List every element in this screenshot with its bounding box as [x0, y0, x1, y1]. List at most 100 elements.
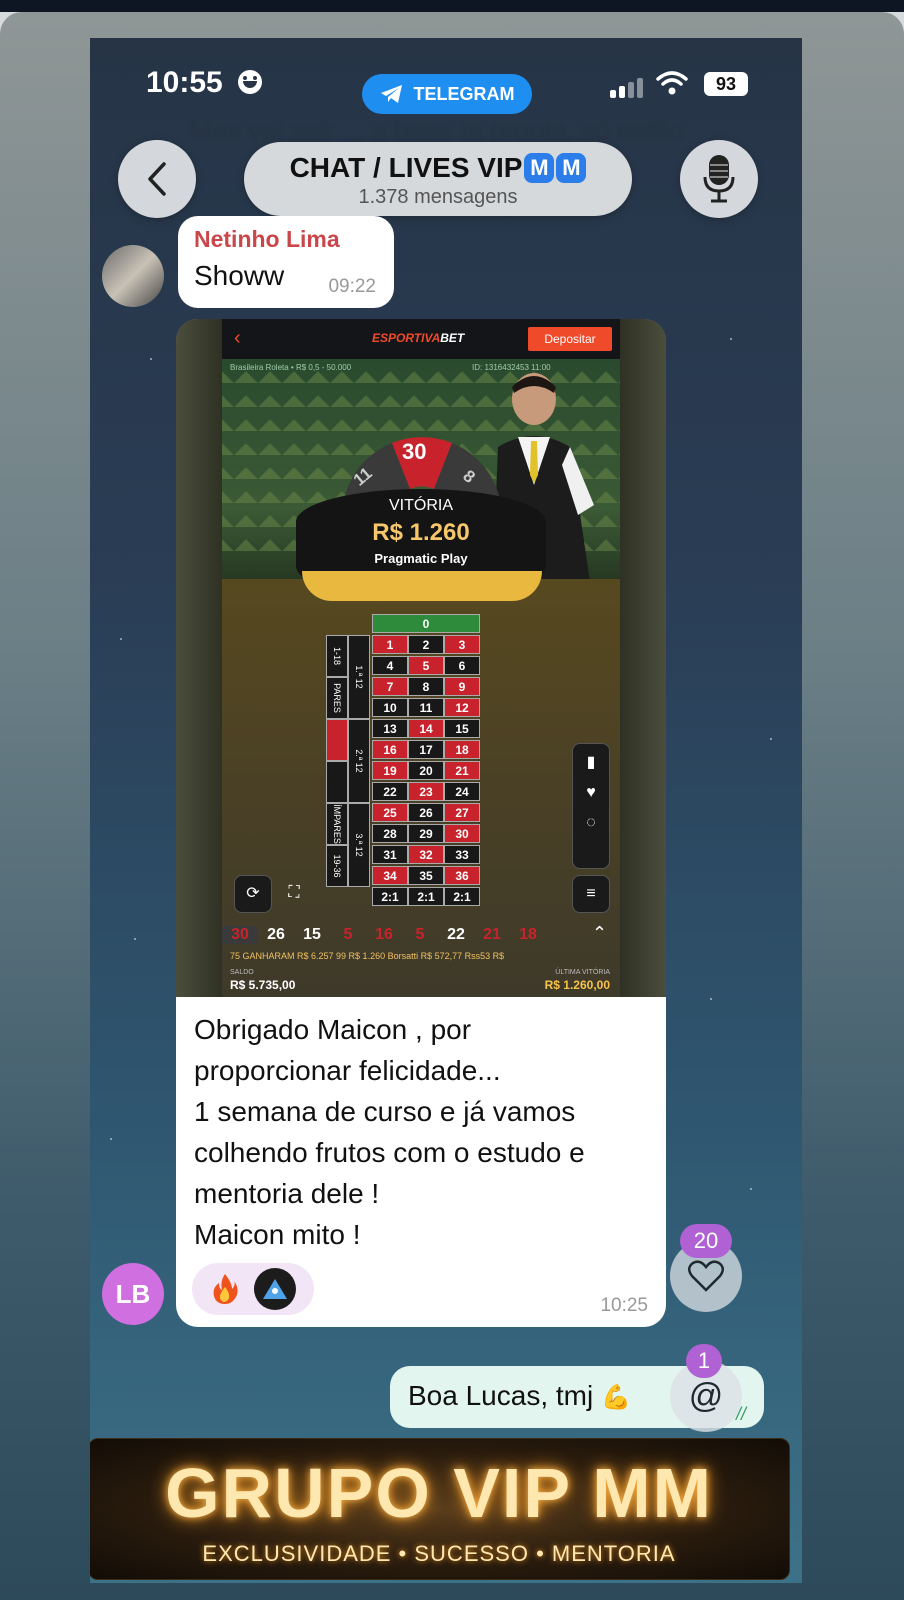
message-time: 10:25	[600, 1295, 648, 1316]
history-number: 18	[519, 926, 537, 943]
board-cell: 35	[408, 866, 444, 885]
outside-bet-cell: ÍMPARES	[326, 803, 348, 845]
stats-icon: ▮	[586, 754, 596, 771]
message-count: 1.378 mensagens	[358, 186, 518, 208]
board-cell: 9	[444, 677, 480, 696]
back-button[interactable]	[118, 140, 196, 218]
board-cell: 33	[444, 845, 480, 864]
reactions-bar[interactable]	[192, 1263, 314, 1315]
m-badge-1: M	[524, 153, 555, 183]
side-controls: ▮ ♥ ◌	[572, 743, 610, 869]
board-cell: 6	[444, 656, 480, 675]
outside-bet-cell: PARES	[326, 677, 348, 719]
app-topbar: ‹ ESPORTIVABET Depositar	[222, 319, 620, 359]
board-cell: 13	[372, 719, 408, 738]
chevron-up-icon: ⌃	[592, 923, 608, 943]
last-win-value: R$ 1.260,00	[544, 978, 610, 992]
board-cell: 28	[372, 824, 408, 843]
chat-avatar-button[interactable]	[680, 140, 758, 218]
roulette-screenshot[interactable]: Brasileira Roleta • R$ 0,5 - 50.000 ID: …	[176, 319, 666, 997]
heart-icon: ♥	[586, 784, 596, 801]
pyramid-icon	[263, 1279, 287, 1299]
board-cell: 1	[372, 635, 408, 654]
board-cell: 17	[408, 740, 444, 759]
board-cell: 4	[372, 656, 408, 675]
board-cell: 31	[372, 845, 408, 864]
board-cell: 25	[372, 803, 408, 822]
message-caption: Obrigado Maicon , por proporcionar felic…	[194, 1009, 654, 1255]
history-number: 30	[222, 926, 258, 944]
outside-bet-cell: 1-18	[326, 635, 348, 677]
history-number: 22	[447, 926, 465, 943]
board-cell: 12	[444, 698, 480, 717]
caption-line: 1 semana de curso e já vamos	[194, 1096, 576, 1127]
reactions-count-badge: 20	[680, 1224, 732, 1258]
back-to-telegram-pill[interactable]: TELEGRAM	[362, 74, 532, 114]
telegram-screenshot: Mas vai sair ... a base ta pronta, só es…	[90, 38, 802, 1583]
history-number: 5	[415, 926, 425, 943]
sender-name: Netinho Lima	[194, 226, 340, 252]
history-number: 21	[483, 926, 501, 943]
board-cell: 7	[372, 677, 408, 696]
fire-emoji-icon	[213, 1274, 238, 1304]
app-brand: ESPORTIVABET	[372, 331, 465, 345]
board-cell: 21	[444, 761, 480, 780]
status-time: 10:55	[146, 66, 223, 99]
banner-title: GRUPO VIP MM	[165, 1454, 713, 1532]
dozen-bet-cell: 3.ª 12	[348, 803, 370, 887]
outside-bet-cell: 19-36	[326, 845, 348, 887]
board-cell: 27	[444, 803, 480, 822]
banner-subtitle: EXCLUSIVIDADE • SUCESSO • MENTORIA	[202, 1541, 676, 1566]
repeat-bet-icon: ⟳	[234, 875, 272, 913]
column-bet-cell: 2:1	[408, 887, 444, 906]
signal-icon	[610, 76, 650, 98]
message-text: Showw	[194, 260, 285, 291]
board-cell: 20	[408, 761, 444, 780]
chat-title-row: CHAT / LIVES VIP M M	[244, 152, 632, 184]
avatar-netinho[interactable]	[102, 245, 164, 307]
flexed-biceps-icon: 💪	[600, 1384, 631, 1411]
caption-line: mentoria dele !	[194, 1178, 380, 1209]
reactor-avatar	[254, 1268, 296, 1310]
board-cell: 8	[408, 677, 444, 696]
wheel-number-center: 30	[402, 439, 427, 464]
caption-line: Obrigado Maicon , por	[194, 1014, 472, 1045]
fullscreen-icon: ⛶	[288, 884, 300, 901]
board-cell: 34	[372, 866, 408, 885]
black-bet-cell	[326, 761, 348, 803]
chevron-left-icon	[148, 162, 166, 196]
board-cell: 16	[372, 740, 408, 759]
message-bubble[interactable]: Netinho Lima Showw 09:22	[178, 216, 394, 308]
result-history: 30 26 15 5 16 5 22 21 18	[222, 921, 620, 949]
board-cell: 15	[444, 719, 480, 738]
history-number: 16	[375, 926, 393, 943]
provider-label: Pragmatic Play	[374, 551, 468, 566]
board-cell: 18	[444, 740, 480, 759]
telegram-icon	[380, 85, 402, 103]
board-cell: 10	[372, 698, 408, 717]
board-cell: 22	[372, 782, 408, 801]
battery-indicator: 93	[704, 72, 748, 96]
chat-header[interactable]: CHAT / LIVES VIP M M 1.378 mensagens	[244, 142, 632, 216]
win-label: VITÓRIA	[388, 497, 453, 514]
board-cell: 19	[372, 761, 408, 780]
photo-message-bubble[interactable]: Brasileira Roleta • R$ 0,5 - 50.000 ID: …	[176, 319, 666, 1327]
chat-title: CHAT / LIVES VIP	[289, 152, 523, 183]
dozen-bet-cell: 2.ª 12	[348, 719, 370, 803]
board-cell: 32	[408, 845, 444, 864]
smiley-icon	[238, 70, 262, 94]
m-badge-2: M	[556, 153, 587, 183]
board-cell: 29	[408, 824, 444, 843]
heart-outline-icon	[688, 1260, 724, 1292]
balance: SALDO R$ 5.735,00	[230, 969, 295, 994]
history-number: 26	[267, 926, 285, 943]
board-cell: 30	[444, 824, 480, 843]
dozen-bet-cell: 1.ª 12	[348, 635, 370, 719]
app-back-icon: ‹	[234, 327, 241, 349]
status-bar: 10:55 TELEGRAM 93	[90, 66, 802, 114]
avatar-lb[interactable]: LB	[102, 1263, 164, 1325]
mentions-count-badge: 1	[686, 1344, 722, 1378]
winners-ticker: 75 GANHARAM R$ 6.257 99 R$ 1.260 Borsatt…	[230, 951, 505, 961]
board-cell: 14	[408, 719, 444, 738]
red-bet-cell	[326, 719, 348, 761]
